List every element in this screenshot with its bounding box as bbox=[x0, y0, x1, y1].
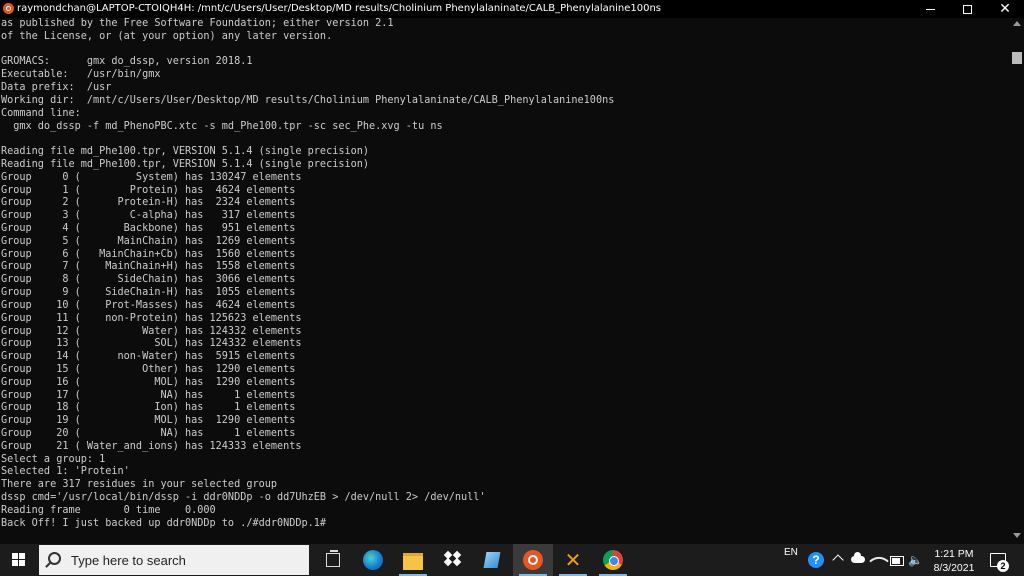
task-view-icon bbox=[326, 550, 340, 567]
terminal-line: GROMACS: gmx do_dssp, version 2018.1 bbox=[1, 56, 253, 68]
terminal-line: Reading frame 0 time 0.000 bbox=[1, 504, 216, 516]
terminal-line: as published by the Free Software Founda… bbox=[1, 18, 394, 29]
terminal-line: Group 15 ( Other) has 1290 elements bbox=[1, 363, 296, 375]
terminal-line: Group 20 ( NA) has 1 elements bbox=[1, 428, 296, 439]
terminal-line: Reading file md_Phe100.tpr, VERSION 5.1.… bbox=[1, 146, 370, 158]
chrome-button[interactable] bbox=[593, 544, 633, 576]
terminal-line: Group 21 ( Water_and_ions) has 124333 el… bbox=[1, 440, 302, 452]
task-view-button[interactable] bbox=[313, 544, 353, 576]
terminal-line: Group 0 ( System) has 130247 elements bbox=[1, 171, 302, 183]
terminal-line: Group 11 ( non-Protein) has 125623 eleme… bbox=[1, 312, 302, 324]
chrome-icon bbox=[603, 550, 623, 570]
restore-button[interactable] bbox=[948, 0, 986, 18]
terminal-line: Group 9 ( SideChain-H) has 1055 elements bbox=[1, 287, 296, 299]
xming-icon: ✕ bbox=[564, 548, 582, 572]
edge-button[interactable] bbox=[353, 544, 393, 576]
minimize-icon bbox=[925, 9, 935, 10]
battery-icon[interactable] bbox=[890, 556, 904, 566]
terminal-line: Group 17 ( NA) has 1 elements bbox=[1, 389, 296, 401]
restore-icon bbox=[962, 5, 972, 14]
minimize-button[interactable] bbox=[911, 0, 949, 18]
search-placeholder: Type here to search bbox=[71, 553, 186, 568]
clock-time: 1:21 PM bbox=[934, 548, 974, 560]
chevron-up-icon[interactable] bbox=[832, 554, 844, 566]
folder-icon bbox=[403, 553, 423, 570]
help-icon[interactable]: ? bbox=[808, 552, 824, 568]
edge-icon bbox=[363, 550, 383, 570]
terminal-line: Command line: bbox=[1, 107, 81, 119]
notepad-icon bbox=[483, 552, 501, 568]
terminal-line: There are 317 residues in your selected … bbox=[1, 479, 278, 491]
title-bar: raymondchan@LAPTOP-CTOIQH4H: /mnt/c/User… bbox=[0, 0, 1024, 18]
ubuntu-button[interactable] bbox=[513, 544, 553, 576]
file-explorer-button[interactable] bbox=[393, 544, 433, 576]
terminal-line: Group 1 ( Protein) has 4624 elements bbox=[1, 184, 296, 196]
terminal-line: Working dir: /mnt/c/Users/User/Desktop/M… bbox=[1, 94, 615, 106]
terminal-line: dssp cmd='/usr/local/bin/dssp -i ddr0NDD… bbox=[1, 492, 486, 504]
terminal-line: Group 18 ( Ion) has 1 elements bbox=[1, 402, 296, 414]
language-indicator[interactable]: EN bbox=[784, 547, 798, 558]
terminal-line: Select a group: 1 bbox=[1, 453, 106, 465]
terminal-line: gmx do_dssp -f md_PhenoPBC.xtc -s md_Phe… bbox=[1, 120, 443, 132]
terminal-line: Group 19 ( MOL) has 1290 elements bbox=[1, 415, 296, 427]
window-title: raymondchan@LAPTOP-CTOIQH4H: /mnt/c/User… bbox=[17, 3, 661, 14]
volume-icon[interactable]: 🔈 bbox=[908, 552, 923, 568]
terminal-line: Group 5 ( MainChain) has 1269 elements bbox=[1, 235, 296, 247]
search-icon bbox=[48, 552, 61, 565]
notification-badge: 2 bbox=[997, 560, 1009, 572]
onedrive-cloud-icon[interactable] bbox=[851, 552, 865, 563]
dropbox-button[interactable] bbox=[433, 544, 473, 576]
terminal-line: Group 14 ( non-Water) has 5915 elements bbox=[1, 351, 296, 363]
terminal-line: Group 6 ( MainChain+Cb) has 1560 element… bbox=[1, 248, 296, 260]
scroll-thumb[interactable] bbox=[1012, 52, 1022, 64]
scroll-up-icon[interactable] bbox=[1013, 21, 1021, 26]
terminal-line: Group 2 ( Protein-H) has 2324 elements bbox=[1, 197, 296, 209]
scrollbar[interactable] bbox=[1010, 18, 1024, 544]
terminal-text: as published by the Free Software Founda… bbox=[0, 18, 1010, 531]
notepad-button[interactable] bbox=[473, 544, 513, 576]
clock[interactable]: 1:21 PM 8/3/2021 bbox=[925, 547, 983, 575]
close-icon: ✕ bbox=[999, 1, 1011, 17]
terminal-line: Data prefix: /usr bbox=[1, 82, 112, 94]
terminal-line: Back Off! I just backed up ddr0NDDp to .… bbox=[1, 517, 327, 529]
terminal-line: Group 16 ( MOL) has 1290 elements bbox=[1, 376, 296, 388]
terminal-line: Group 3 ( C-alpha) has 317 elements bbox=[1, 210, 296, 222]
ubuntu-icon bbox=[523, 550, 543, 570]
terminal-line: Selected 1: 'Protein' bbox=[1, 466, 130, 478]
terminal-line: Group 8 ( SideChain) has 3066 elements bbox=[1, 274, 296, 286]
terminal-line: of the License, or (at your option) any … bbox=[1, 30, 333, 42]
terminal-line: Group 13 ( SOL) has 124332 elements bbox=[1, 338, 302, 350]
xming-button[interactable]: ✕ bbox=[553, 544, 593, 576]
search-box[interactable]: Type here to search bbox=[39, 545, 309, 575]
scroll-down-icon[interactable] bbox=[1013, 533, 1021, 538]
terminal-line: Group 7 ( MainChain+H) has 1558 elements bbox=[1, 261, 296, 273]
wifi-icon[interactable] bbox=[869, 551, 889, 571]
terminal-line: Reading file md_Phe100.tpr, VERSION 5.1.… bbox=[1, 158, 370, 170]
terminal-line: Group 4 ( Backbone) has 951 elements bbox=[1, 223, 296, 234]
terminal-output[interactable]: as published by the Free Software Founda… bbox=[0, 18, 1010, 544]
clock-date: 8/3/2021 bbox=[933, 562, 975, 574]
terminal-line: Executable: /usr/bin/gmx bbox=[1, 69, 161, 81]
dropbox-icon bbox=[443, 550, 462, 568]
terminal-line: Group 10 ( Prot-Masses) has 4624 element… bbox=[1, 299, 296, 311]
ubuntu-icon[interactable] bbox=[3, 3, 14, 14]
close-button[interactable]: ✕ bbox=[986, 0, 1024, 18]
windows-icon bbox=[12, 553, 26, 567]
terminal-line: Group 12 ( Water) has 124332 elements bbox=[1, 325, 302, 337]
taskbar: Type here to search ✕ EN ? 🔈 1:21 PM 8/3… bbox=[0, 544, 1024, 576]
start-button[interactable] bbox=[0, 544, 38, 576]
